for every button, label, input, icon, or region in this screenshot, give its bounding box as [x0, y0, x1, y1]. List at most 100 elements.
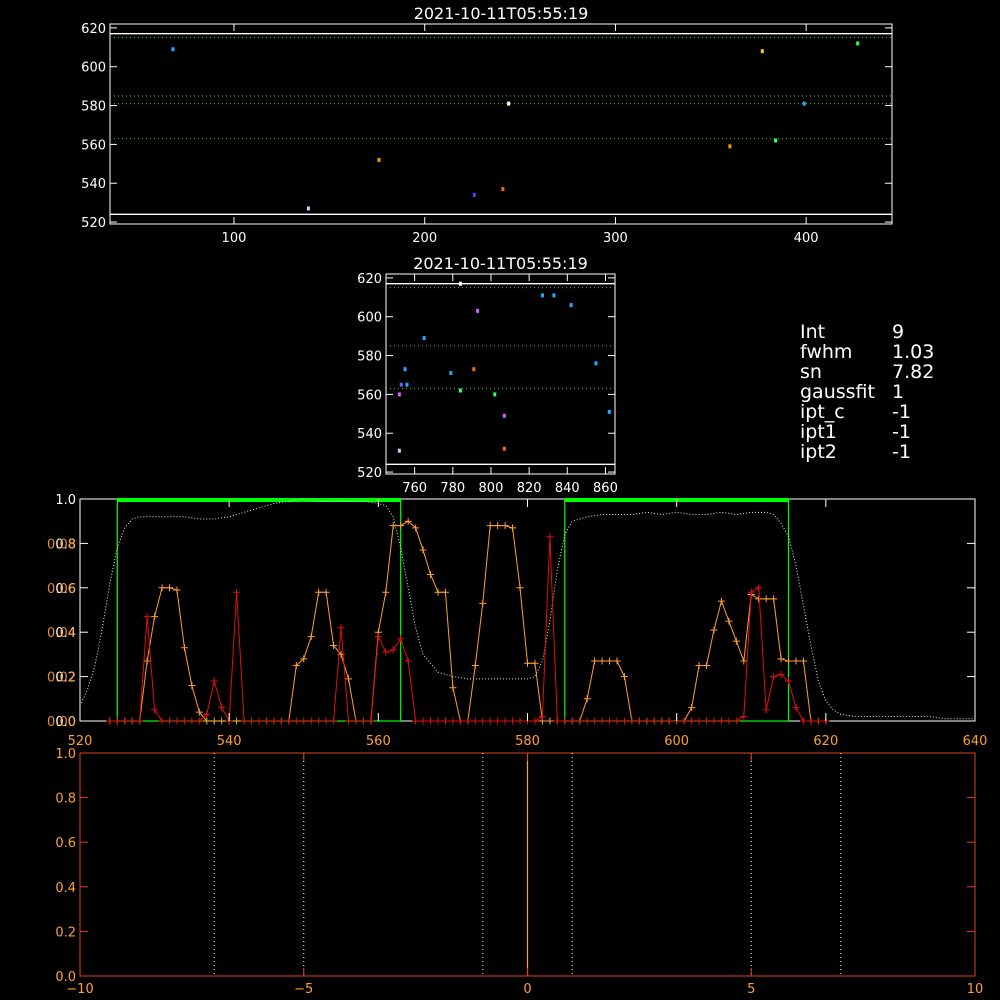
- orange-series-marker: [606, 657, 614, 665]
- y-tick-label: 0.4: [55, 881, 76, 896]
- orange-series-marker: [725, 617, 733, 625]
- orange-series-marker: [688, 704, 696, 712]
- red-series-marker: [173, 717, 181, 725]
- orange-series-marker: [166, 584, 173, 592]
- dotted-profile-line: [79, 498, 975, 720]
- red-series-marker: [121, 717, 129, 725]
- fit-info-panel: Int 9 fwhm 1.03 sn 7.82 gaussfit 1 ipt_c -1 ipt1 -1…: [800, 322, 990, 462]
- red-series-marker: [628, 717, 636, 725]
- red-series-marker: [479, 717, 487, 725]
- data-point: [405, 382, 409, 387]
- data-point: [502, 413, 506, 418]
- red-series-marker: [285, 717, 293, 725]
- data-point: [171, 47, 175, 52]
- y-tick-label: 600: [357, 311, 382, 326]
- info-key: fwhm: [800, 341, 853, 363]
- red-series-marker: [501, 717, 509, 725]
- data-point: [502, 446, 506, 451]
- info-row: gaussfit 1: [800, 382, 990, 402]
- orange-series-marker: [792, 657, 800, 665]
- x-tick-label: 300: [603, 231, 628, 246]
- info-key: ipt2: [800, 441, 837, 463]
- info-value: 7.82: [892, 361, 935, 383]
- red-series-marker: [688, 717, 696, 725]
- orange-series-marker: [703, 662, 710, 669]
- x-tick-label: 840: [555, 481, 580, 496]
- orange-series-marker: [762, 595, 770, 603]
- orange-series-marker: [315, 588, 323, 596]
- red-series-marker: [471, 717, 479, 725]
- x-tick-label: 10: [967, 982, 984, 997]
- data-point: [458, 281, 462, 286]
- plot-frame: [109, 23, 893, 225]
- data-point: [802, 101, 806, 106]
- red-series-marker: [113, 717, 121, 725]
- red-series-marker: [262, 717, 270, 725]
- red-series-marker: [710, 717, 718, 725]
- y2-tick-label: 0.06: [47, 582, 76, 597]
- x-tick-label: 600: [664, 734, 689, 749]
- top-scatter-chart: 2021-10-11T05:55:19 520 540 560 580 600 620 100…: [81, 4, 893, 246]
- orange-series-marker: [427, 570, 435, 578]
- orange-series-marker: [770, 595, 778, 603]
- data-point: [397, 448, 401, 453]
- orange-series-marker: [799, 657, 807, 665]
- y-tick-label: 540: [81, 177, 106, 192]
- red-series-marker: [553, 717, 561, 725]
- red-series-marker: [531, 717, 539, 725]
- red-series-marker: [546, 533, 554, 541]
- x-tick-label: 560: [366, 734, 391, 749]
- orange-series-marker: [516, 584, 524, 592]
- orange-series-marker: [531, 659, 539, 667]
- info-row: ipt_c -1: [800, 402, 990, 422]
- red-series-marker: [591, 717, 599, 725]
- y-tick-label: 540: [357, 427, 382, 442]
- red-series-marker: [516, 717, 524, 725]
- orange-series-marker: [345, 675, 352, 683]
- red-series-marker: [561, 717, 569, 725]
- red-series-marker: [583, 717, 591, 725]
- y2-tick-label: 0.08: [47, 537, 76, 552]
- x-tick-label: 620: [813, 734, 838, 749]
- red-series-marker: [762, 706, 770, 714]
- y-tick-label: 560: [81, 138, 106, 153]
- x-tick-label: 760: [402, 481, 427, 496]
- red-series-marker: [486, 717, 494, 725]
- red-series-marker: [703, 717, 710, 725]
- info-key: ipt_c: [800, 401, 845, 423]
- info-value: 9: [892, 321, 905, 343]
- red-series-marker: [374, 633, 382, 641]
- y-tick-label: 620: [81, 22, 106, 37]
- orange-series-marker: [158, 584, 166, 592]
- red-series-marker: [509, 717, 517, 725]
- orange-series-marker: [397, 522, 405, 530]
- bottom-chart: −10 −5 0 5 100.00.20.40.60.81.0: [55, 747, 983, 997]
- red-series-marker: [337, 624, 345, 632]
- orange-series-marker: [151, 613, 159, 621]
- red-series-marker: [307, 717, 315, 725]
- x-tick-label: 580: [515, 734, 540, 749]
- y-tick-label: 1.0: [55, 493, 76, 508]
- orange-series-marker: [509, 524, 517, 532]
- orange-series-marker: [486, 522, 494, 530]
- orange-series-marker: [695, 662, 703, 669]
- red-series-marker: [792, 704, 800, 712]
- plot-frame: [385, 273, 616, 475]
- y-tick-label: 1.0: [55, 747, 76, 762]
- data-point: [856, 41, 860, 46]
- orange-series-marker: [307, 633, 315, 641]
- red-series-marker: [248, 717, 256, 725]
- red-series-marker: [210, 677, 218, 685]
- info-key: gaussfit: [800, 381, 875, 403]
- orange-series-marker: [322, 588, 330, 596]
- orange-series-marker: [785, 657, 793, 665]
- red-series-marker: [606, 717, 614, 725]
- red-series-marker: [635, 717, 643, 725]
- orange-series-marker: [583, 695, 591, 703]
- orange-series-marker: [441, 588, 449, 596]
- y2-tick-label: 0.02: [47, 671, 76, 686]
- red-series-marker: [650, 717, 658, 725]
- data-point: [399, 382, 403, 387]
- red-series-marker: [397, 635, 405, 643]
- data-point: [569, 303, 573, 308]
